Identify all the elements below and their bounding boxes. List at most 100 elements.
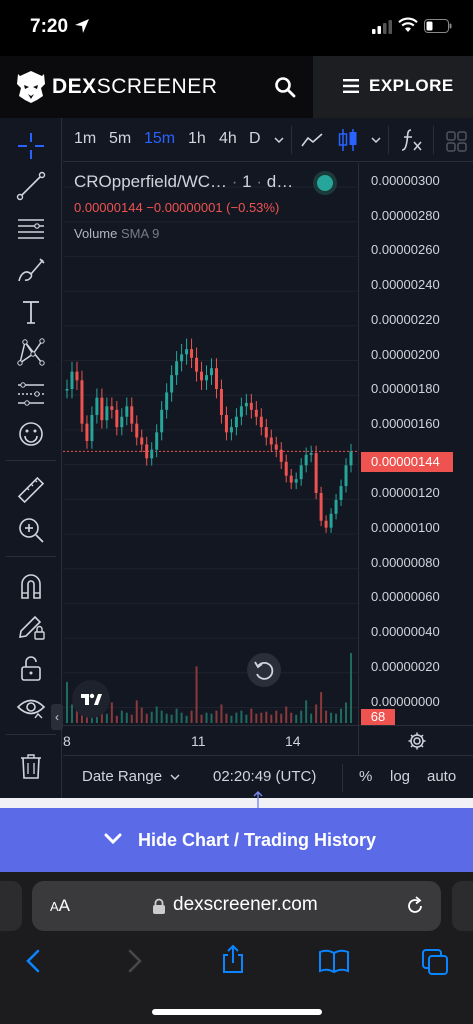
share-icon[interactable] xyxy=(220,944,246,974)
candle-body xyxy=(200,371,204,381)
reader-settings-button[interactable]: AA xyxy=(50,896,70,916)
price-tick: 0.00000260 xyxy=(371,242,440,258)
ruler-tool-icon[interactable] xyxy=(15,474,47,506)
previous-tab-preview[interactable] xyxy=(0,881,22,931)
candle-body xyxy=(244,402,248,407)
candle-body xyxy=(95,397,99,415)
volume-bar xyxy=(335,713,338,723)
zoom-in-icon[interactable] xyxy=(15,514,47,546)
emoji-tool-icon[interactable] xyxy=(15,418,47,450)
interval-label: 1 xyxy=(242,172,252,191)
cellular-signal-icon xyxy=(372,20,392,34)
tradingview-logo[interactable] xyxy=(72,680,110,718)
bookmarks-icon[interactable] xyxy=(318,948,350,974)
volume-bar xyxy=(110,702,113,723)
brand-name[interactable]: DEXSCREENER xyxy=(52,75,217,99)
chart-resize-handle[interactable] xyxy=(0,791,473,815)
gear-icon[interactable] xyxy=(407,731,427,751)
timeframe-1m[interactable]: 1m xyxy=(74,130,96,148)
forward-icon[interactable] xyxy=(126,948,144,974)
indicators-fx-icon[interactable] xyxy=(400,127,424,153)
log-scale-toggle[interactable]: log xyxy=(390,768,410,785)
chevron-down-icon[interactable] xyxy=(169,772,181,782)
candle-body xyxy=(209,368,213,376)
toolbar-divider xyxy=(291,126,292,154)
tabs-icon[interactable] xyxy=(421,948,449,976)
volume-bar xyxy=(150,711,153,723)
chevron-down-icon[interactable] xyxy=(370,135,382,145)
trend-line-tool-icon[interactable] xyxy=(15,170,47,202)
reset-chart-button[interactable] xyxy=(247,653,281,687)
volume-bar xyxy=(175,708,178,723)
explore-button[interactable]: EXPLORE xyxy=(313,56,473,118)
utc-clock[interactable]: 02:20:49 (UTC) xyxy=(213,768,316,785)
percent-scale-toggle[interactable]: % xyxy=(359,768,372,785)
timeframe-1h[interactable]: 1h xyxy=(188,130,206,148)
price-tick: 0.00000100 xyxy=(371,520,440,535)
candle-body xyxy=(264,427,268,438)
volume-bar xyxy=(135,700,138,723)
volume-bar xyxy=(300,710,303,723)
eye-icon[interactable] xyxy=(15,692,47,724)
magnet-icon[interactable] xyxy=(15,570,47,602)
search-icon[interactable] xyxy=(274,76,296,98)
volume-bar xyxy=(325,710,328,723)
chevron-down-icon[interactable] xyxy=(273,135,285,145)
symbol-label[interactable]: CROpperfield/WC… xyxy=(74,172,227,191)
line-chart-icon[interactable] xyxy=(300,130,324,150)
address-bar[interactable]: AA dexscreener.com xyxy=(32,881,441,931)
date-range-button[interactable]: Date Range xyxy=(82,768,162,785)
auto-scale-toggle[interactable]: auto xyxy=(427,768,456,785)
time-axis[interactable]: 8 11 14 xyxy=(63,725,358,755)
price-axis[interactable]: 0.00000000 0.00000020 0.00000040 0.00000060… xyxy=(358,163,473,755)
volume-bar xyxy=(215,710,218,723)
trash-icon[interactable] xyxy=(15,750,47,782)
layout-grid-icon[interactable] xyxy=(445,130,467,152)
price-plot[interactable]: CROpperfield/WC… · 1 · d… 0.00000144 −0.… xyxy=(63,163,358,755)
volume-bar xyxy=(255,713,258,723)
next-tab-preview[interactable] xyxy=(452,881,473,931)
volume-bar xyxy=(340,708,343,723)
candle-body xyxy=(130,406,134,424)
status-bar: 7:20 xyxy=(0,0,473,56)
brush-tool-icon[interactable] xyxy=(15,254,47,286)
dexscreener-logo-icon[interactable] xyxy=(16,70,46,104)
chart-settings-cell xyxy=(358,725,473,755)
pencil-lock-icon[interactable] xyxy=(15,610,47,642)
reload-icon[interactable] xyxy=(404,895,426,917)
forecast-tool-icon[interactable] xyxy=(15,378,47,410)
unlock-icon[interactable] xyxy=(15,652,47,684)
volume-bar xyxy=(250,708,253,723)
collapse-toolbar-handle[interactable]: ‹ xyxy=(51,704,63,730)
volume-bar xyxy=(200,714,203,723)
candle-body xyxy=(214,368,218,389)
back-icon[interactable] xyxy=(24,948,42,974)
crosshair-tool-icon[interactable] xyxy=(15,130,47,162)
url-text[interactable]: dexscreener.com xyxy=(173,894,318,916)
volume-bar xyxy=(350,653,352,723)
candle-body xyxy=(294,479,298,483)
time-tick: 11 xyxy=(191,733,206,749)
timeframe-15m[interactable]: 15m xyxy=(144,130,175,148)
timeframe-5m[interactable]: 5m xyxy=(109,130,131,148)
timeframe-4h[interactable]: 4h xyxy=(219,130,237,148)
timeframe-d[interactable]: D xyxy=(249,130,261,148)
hide-chart-button[interactable]: Hide Chart / Trading History xyxy=(0,808,473,872)
candle-body xyxy=(329,513,333,528)
exchange-label: d… xyxy=(266,172,294,191)
toolbar-divider xyxy=(6,460,56,461)
candle-body xyxy=(344,465,348,487)
pattern-tool-icon[interactable] xyxy=(15,336,47,368)
candle-body xyxy=(234,416,238,428)
price-tick: 0.00000200 xyxy=(371,346,440,362)
candles-chart-icon[interactable] xyxy=(337,127,359,153)
candle-body xyxy=(289,475,293,483)
candle-body xyxy=(219,389,223,415)
bottom-bar-divider xyxy=(342,764,343,792)
price-tick: 0.00000040 xyxy=(371,624,440,640)
horizontal-lines-tool-icon[interactable] xyxy=(15,212,47,244)
toolbar-divider xyxy=(433,126,434,154)
brand-bold: DEX xyxy=(52,75,97,98)
text-tool-icon[interactable] xyxy=(15,296,47,328)
volume-value-label: 68 xyxy=(361,709,395,725)
